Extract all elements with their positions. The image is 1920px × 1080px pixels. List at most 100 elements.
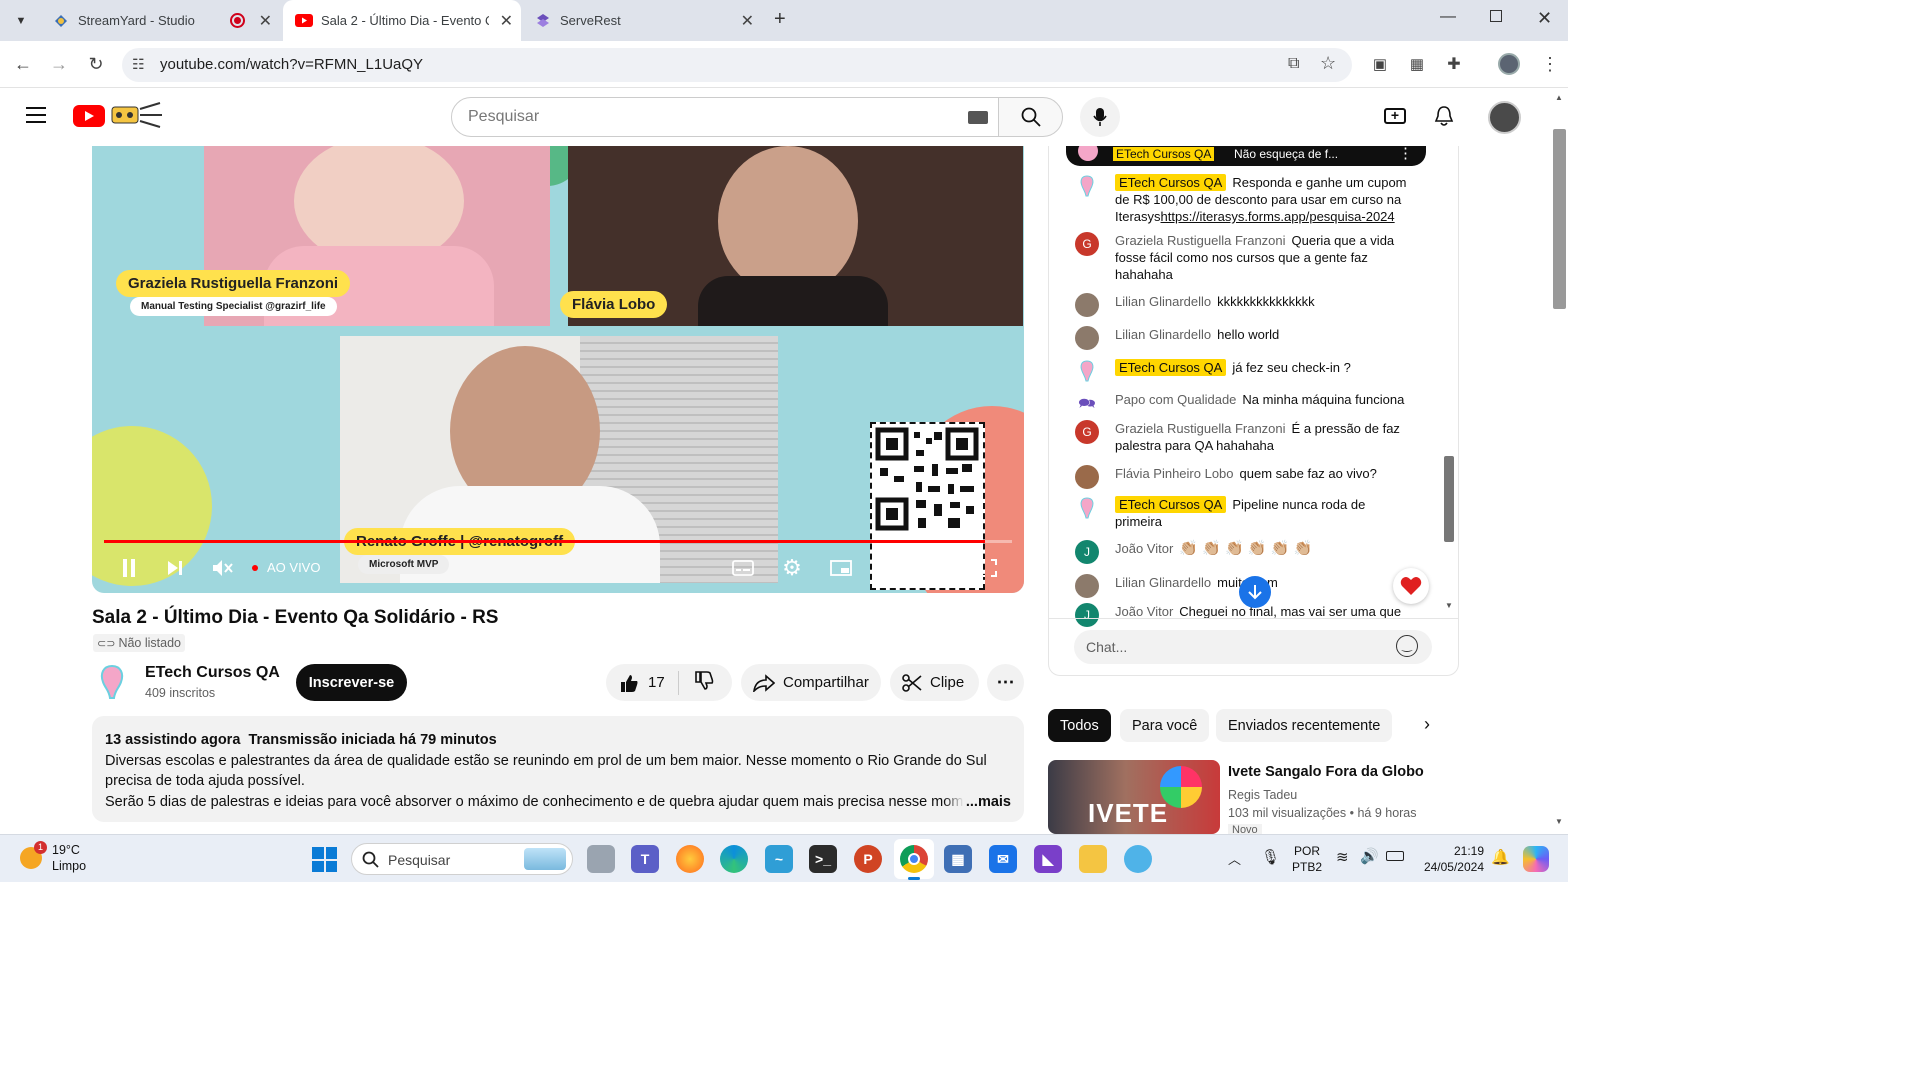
profile-avatar[interactable]: [1498, 53, 1520, 75]
chip-enviados-recentemente[interactable]: Enviados recentemente: [1216, 709, 1393, 742]
pause-button[interactable]: [114, 555, 144, 581]
share-button[interactable]: Compartilhar: [741, 664, 881, 701]
clip-button[interactable]: Clipe: [890, 664, 979, 701]
tab-streamyard[interactable]: StreamYard - Studio ✕: [40, 0, 280, 41]
firefox-icon[interactable]: [676, 845, 704, 873]
video-player[interactable]: Graziela Rustiguella Franzoni Manual Tes…: [92, 146, 1024, 593]
wifi-icon[interactable]: ≋: [1336, 848, 1349, 866]
close-window-button[interactable]: ✕: [1537, 8, 1552, 29]
terminal-icon[interactable]: >_: [809, 845, 837, 873]
url-text[interactable]: youtube.com/watch?v=RFMN_L1UaQY: [160, 56, 423, 73]
create-video-icon[interactable]: +: [1384, 108, 1406, 124]
app-grid-icon[interactable]: ▦: [944, 845, 972, 873]
picture-in-picture-icon[interactable]: ▣: [1367, 51, 1393, 77]
site-info-icon[interactable]: ☷: [132, 56, 145, 73]
cast-button[interactable]: [924, 555, 954, 581]
copilot-icon[interactable]: [1523, 846, 1549, 872]
powerpoint-icon[interactable]: P: [854, 845, 882, 873]
back-icon[interactable]: ←: [10, 51, 36, 77]
recommended-video[interactable]: IVETE Ivete Sangalo Fora da Globo Regis …: [1048, 760, 1458, 834]
address-bar[interactable]: ☷ youtube.com/watch?v=RFMN_L1UaQY ⧉ ☆: [122, 48, 1352, 82]
tab-serverest[interactable]: ServeRest ✕: [522, 0, 762, 41]
language-indicator[interactable]: POR PTB2: [1292, 843, 1322, 875]
more-actions-button[interactable]: ⋯: [987, 664, 1024, 701]
open-in-app-icon[interactable]: ⧉: [1288, 55, 1299, 73]
new-tab-button[interactable]: +: [774, 8, 786, 31]
chrome-icon-active[interactable]: [894, 839, 934, 880]
bookmark-star-icon[interactable]: ☆: [1320, 53, 1336, 74]
mute-button[interactable]: [208, 555, 238, 581]
teams-icon[interactable]: T: [631, 845, 659, 873]
settings-gear-icon[interactable]: ⚙: [777, 555, 807, 581]
maximize-button[interactable]: [1490, 10, 1502, 22]
next-button[interactable]: [160, 555, 190, 581]
video-thumbnail[interactable]: IVETE: [1048, 760, 1220, 834]
channel-name[interactable]: ETech Cursos QA: [145, 664, 280, 682]
page-scroll-down-icon[interactable]: ▼: [1555, 817, 1563, 826]
qr-code-icon[interactable]: ▦: [1404, 51, 1430, 77]
youtube-logo[interactable]: [73, 105, 105, 127]
close-tab-icon[interactable]: ✕: [500, 11, 513, 31]
recommended-video-title[interactable]: Ivete Sangalo Fora da Globo: [1228, 764, 1424, 780]
volume-icon[interactable]: 🔊: [1360, 847, 1379, 865]
page-scrollbar-thumb[interactable]: [1553, 129, 1566, 309]
notification-bell-icon[interactable]: 🔔: [1491, 848, 1510, 866]
chat-input[interactable]: Chat... ‿: [1074, 630, 1432, 664]
channel-avatar[interactable]: [92, 662, 132, 702]
mail-icon[interactable]: ✉: [989, 845, 1017, 873]
subtitles-button[interactable]: [728, 555, 758, 581]
visual-studio-icon[interactable]: ◣: [1034, 845, 1062, 873]
reload-icon[interactable]: ↻: [83, 51, 109, 77]
description-box[interactable]: 13 assistindo agora Transmissão iniciada…: [92, 716, 1024, 822]
progress-bar[interactable]: [104, 540, 1012, 543]
browser-menu-icon[interactable]: ⋮: [1537, 51, 1563, 77]
account-avatar[interactable]: [1488, 101, 1521, 134]
chat-link[interactable]: https://iterasys.forms.app/pesquisa-2024: [1161, 209, 1395, 224]
minimize-button[interactable]: —: [1440, 8, 1456, 26]
taskbar-search[interactable]: Pesquisar: [351, 843, 573, 875]
recommended-video-channel[interactable]: Regis Tadeu: [1228, 788, 1297, 802]
weather-widget[interactable]: 1 19°C Limpo: [20, 841, 130, 877]
miniplayer-button[interactable]: [826, 555, 856, 581]
tray-overflow-icon[interactable]: ︿: [1228, 849, 1241, 868]
keyboard-icon[interactable]: [968, 111, 988, 124]
battery-icon[interactable]: [1386, 851, 1404, 861]
start-button[interactable]: [312, 847, 337, 872]
doodle-logo[interactable]: [108, 99, 164, 131]
chip-todos[interactable]: Todos: [1048, 709, 1111, 742]
close-tab-icon[interactable]: ✕: [741, 11, 754, 31]
task-view-icon[interactable]: [587, 845, 615, 873]
tab-youtube[interactable]: Sala 2 - Último Dia - Evento Qa ✕: [283, 0, 521, 41]
search-input[interactable]: Pesquisar: [451, 97, 999, 137]
page-scroll-up-icon[interactable]: ▲: [1555, 93, 1563, 102]
dislike-button[interactable]: [679, 670, 714, 695]
reaction-heart-button[interactable]: [1393, 568, 1429, 604]
emoji-picker-icon[interactable]: ‿: [1396, 635, 1418, 657]
theater-mode-button[interactable]: [875, 555, 905, 581]
notifications-bell-icon[interactable]: [1434, 105, 1454, 127]
app-globe-icon[interactable]: [1124, 845, 1152, 873]
hamburger-menu-icon[interactable]: [26, 107, 46, 123]
chat-scrollbar-thumb[interactable]: [1444, 456, 1454, 542]
close-tab-icon[interactable]: ✕: [259, 11, 272, 31]
extensions-icon[interactable]: ✚: [1441, 51, 1467, 77]
edge-icon[interactable]: [720, 845, 748, 873]
voice-search-button[interactable]: [1080, 97, 1120, 137]
file-explorer-icon[interactable]: [1079, 845, 1107, 873]
pinned-menu-icon[interactable]: ⋮: [1398, 146, 1413, 162]
app-icon[interactable]: ~: [765, 845, 793, 873]
tab-search-button[interactable]: ▼: [8, 8, 34, 34]
forward-icon[interactable]: →: [46, 51, 72, 77]
tray-microphone-icon[interactable]: 🎙: [1261, 848, 1280, 866]
pinned-message-banner[interactable]: ETech Cursos QA Não esqueça de f... ⋮: [1066, 146, 1426, 166]
fullscreen-button[interactable]: [973, 555, 1003, 581]
clock[interactable]: 21:19 24/05/2024: [1418, 843, 1484, 875]
chips-next-icon[interactable]: ›: [1424, 714, 1430, 735]
chip-para-voce[interactable]: Para você: [1120, 709, 1210, 742]
subscribe-button[interactable]: Inscrever-se: [296, 664, 407, 701]
scroll-down-arrow-icon[interactable]: ▼: [1445, 601, 1453, 610]
live-indicator[interactable]: AO VIVO: [252, 560, 320, 575]
show-more-link[interactable]: ...mais: [943, 791, 1011, 812]
search-button[interactable]: [998, 97, 1063, 137]
scroll-to-bottom-button[interactable]: [1239, 576, 1271, 608]
